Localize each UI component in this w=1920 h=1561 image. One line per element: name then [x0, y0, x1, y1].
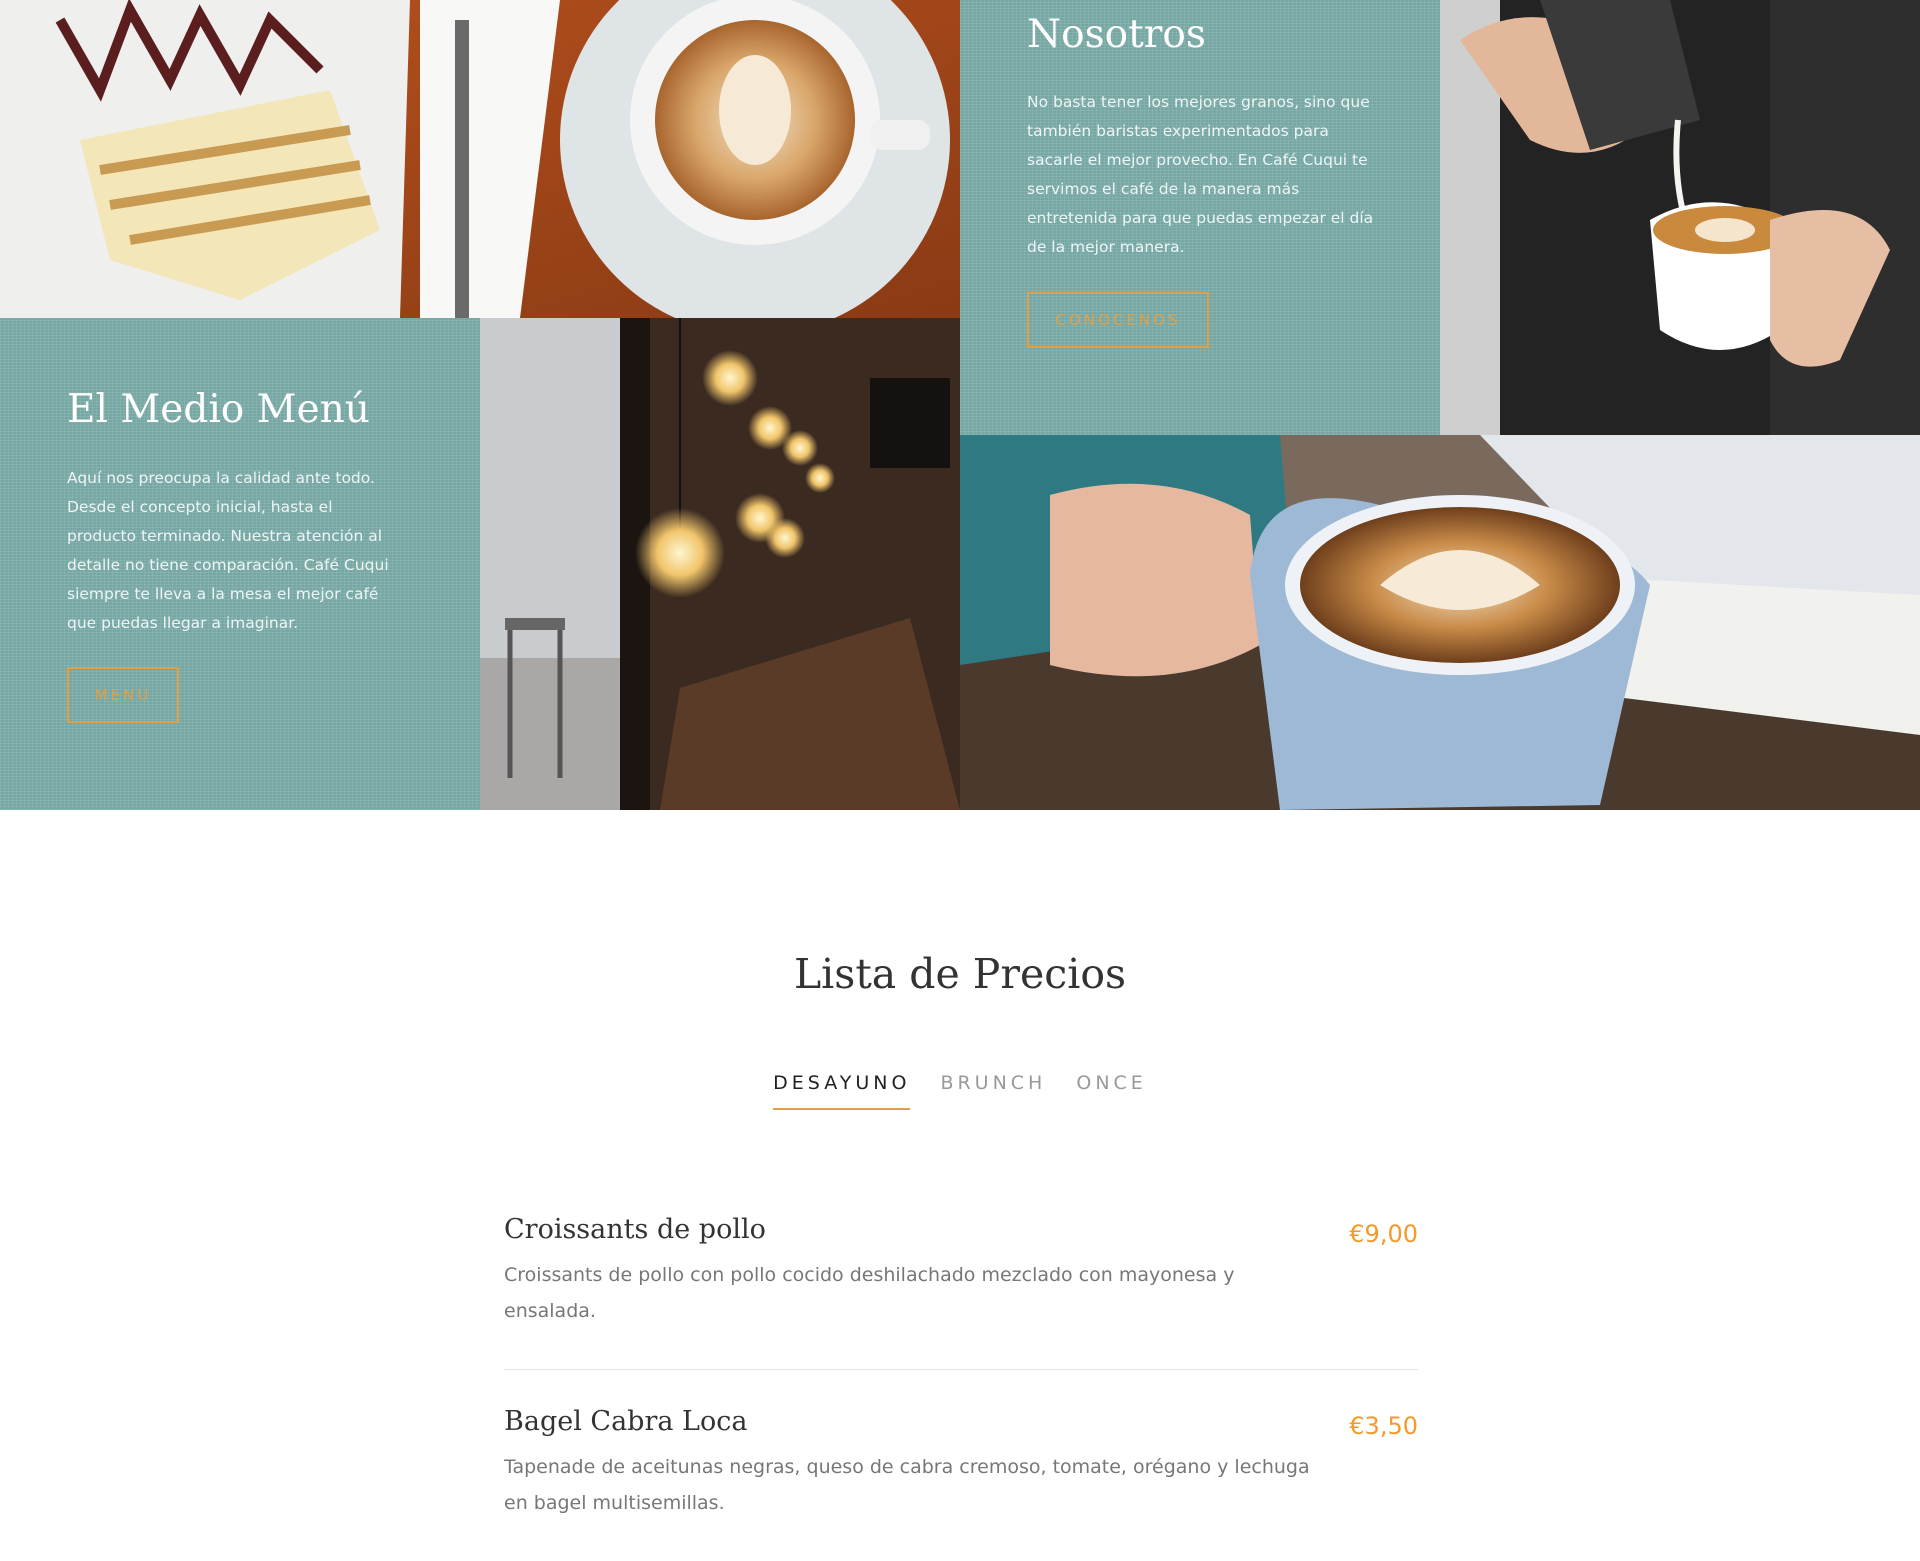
item-price: €9,00 — [1349, 1220, 1418, 1248]
menu-promo-text: Aquí nos preocupa la calidad ante todo. … — [67, 469, 389, 632]
item-price: €3,50 — [1349, 1412, 1418, 1440]
about-title: Nosotros — [1027, 12, 1206, 57]
item-description: Croissants de pollo con pollo cocido des… — [504, 1264, 1235, 1322]
menu-promo-title: El Medio Menú — [67, 387, 370, 432]
list-item: Croissants de pollo Croissants de pollo … — [504, 1214, 1418, 1369]
about-panel: Nosotros No basta tener los mejores gran… — [960, 0, 1440, 435]
price-list-section: Lista de Precios DESAYUNO BRUNCH ONCE Cr… — [0, 810, 1920, 1549]
cafe-interior-photo — [480, 318, 960, 810]
item-description: Tapenade de aceitunas negras, queso de c… — [504, 1456, 1310, 1514]
conocenos-button[interactable]: CONOCENOS — [1027, 292, 1209, 348]
price-list-heading: Lista de Precios — [793, 950, 1127, 998]
coffee-book-photo — [960, 435, 1920, 810]
menu-button[interactable]: MENU — [67, 667, 179, 723]
tab-brunch[interactable]: BRUNCH — [940, 1072, 1046, 1110]
item-name: Bagel Cabra Loca — [504, 1406, 748, 1437]
price-tabs: DESAYUNO BRUNCH ONCE — [0, 1072, 1920, 1110]
about-text: No basta tener los mejores granos, sino … — [1027, 93, 1374, 256]
tab-desayuno[interactable]: DESAYUNO — [773, 1072, 911, 1110]
feature-mosaic: Nosotros No basta tener los mejores gran… — [0, 0, 1920, 810]
price-list: Croissants de pollo Croissants de pollo … — [504, 1214, 1418, 1561]
barista-pouring-photo — [1440, 0, 1920, 435]
item-name: Croissants de pollo — [504, 1214, 766, 1245]
list-item: Bagel Cabra Loca Tapenade de aceitunas n… — [504, 1369, 1418, 1561]
menu-promo-panel: El Medio Menú Aquí nos preocupa la calid… — [0, 318, 480, 810]
cake-coffee-photo — [0, 0, 960, 318]
tab-once[interactable]: ONCE — [1076, 1072, 1146, 1110]
